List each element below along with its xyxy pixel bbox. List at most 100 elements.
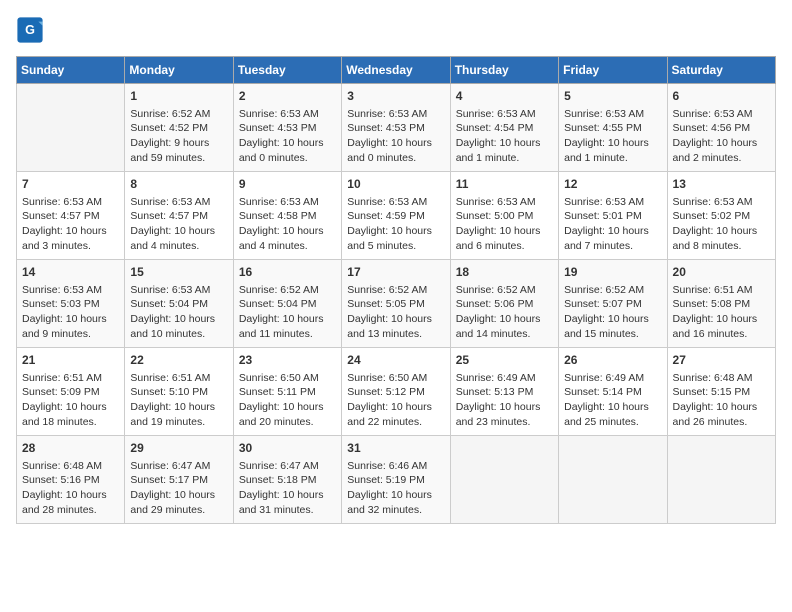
- day-info: Sunrise: 6:53 AM Sunset: 4:58 PM Dayligh…: [239, 195, 336, 254]
- day-info: Sunrise: 6:50 AM Sunset: 5:12 PM Dayligh…: [347, 371, 444, 430]
- logo-icon: G: [16, 16, 44, 44]
- day-number: 19: [564, 264, 661, 281]
- day-number: 2: [239, 88, 336, 105]
- calendar-cell: 23 Sunrise: 6:50 AM Sunset: 5:11 PM Dayli…: [233, 348, 341, 436]
- day-number: 26: [564, 352, 661, 369]
- day-info: Sunrise: 6:53 AM Sunset: 5:02 PM Dayligh…: [673, 195, 770, 254]
- day-number: 22: [130, 352, 227, 369]
- day-number: 4: [456, 88, 553, 105]
- day-number: 13: [673, 176, 770, 193]
- calendar-cell: 22 Sunrise: 6:51 AM Sunset: 5:10 PM Dayli…: [125, 348, 233, 436]
- day-info: Sunrise: 6:52 AM Sunset: 4:52 PM Dayligh…: [130, 107, 227, 166]
- calendar-cell: 19 Sunrise: 6:52 AM Sunset: 5:07 PM Dayli…: [559, 260, 667, 348]
- calendar-cell: 30 Sunrise: 6:47 AM Sunset: 5:18 PM Dayli…: [233, 436, 341, 524]
- page-header: G: [16, 16, 776, 44]
- day-number: 20: [673, 264, 770, 281]
- day-info: Sunrise: 6:47 AM Sunset: 5:18 PM Dayligh…: [239, 459, 336, 518]
- calendar-cell: 17 Sunrise: 6:52 AM Sunset: 5:05 PM Dayli…: [342, 260, 450, 348]
- day-number: 28: [22, 440, 119, 457]
- day-info: Sunrise: 6:53 AM Sunset: 4:55 PM Dayligh…: [564, 107, 661, 166]
- day-number: 23: [239, 352, 336, 369]
- day-number: 15: [130, 264, 227, 281]
- calendar-cell: 27 Sunrise: 6:48 AM Sunset: 5:15 PM Dayli…: [667, 348, 775, 436]
- calendar-cell: 29Sunrise: 6:47 AM Sunset: 5:17 PM Dayli…: [125, 436, 233, 524]
- day-number: 16: [239, 264, 336, 281]
- calendar-cell: 8 Sunrise: 6:53 AM Sunset: 4:57 PM Daylig…: [125, 172, 233, 260]
- day-number: 11: [456, 176, 553, 193]
- day-info: Sunrise: 6:49 AM Sunset: 5:13 PM Dayligh…: [456, 371, 553, 430]
- day-info: Sunrise: 6:53 AM Sunset: 4:53 PM Dayligh…: [239, 107, 336, 166]
- day-number: 8: [130, 176, 227, 193]
- day-info: Sunrise: 6:53 AM Sunset: 5:01 PM Dayligh…: [564, 195, 661, 254]
- day-info: Sunrise: 6:52 AM Sunset: 5:04 PM Dayligh…: [239, 283, 336, 342]
- logo: G: [16, 16, 48, 44]
- day-info: Sunrise: 6:48 AM Sunset: 5:15 PM Dayligh…: [673, 371, 770, 430]
- calendar-cell: 31 Sunrise: 6:46 AM Sunset: 5:19 PM Dayli…: [342, 436, 450, 524]
- day-number: 14: [22, 264, 119, 281]
- calendar-body: 1 Sunrise: 6:52 AM Sunset: 4:52 PM Daylig…: [17, 84, 776, 524]
- day-number: 3: [347, 88, 444, 105]
- calendar-week-2: 7 Sunrise: 6:53 AM Sunset: 4:57 PM Daylig…: [17, 172, 776, 260]
- day-info: Sunrise: 6:53 AM Sunset: 4:57 PM Dayligh…: [130, 195, 227, 254]
- calendar-cell: 21 Sunrise: 6:51 AM Sunset: 5:09 PM Dayli…: [17, 348, 125, 436]
- day-info: Sunrise: 6:53 AM Sunset: 4:56 PM Dayligh…: [673, 107, 770, 166]
- calendar-cell: 24 Sunrise: 6:50 AM Sunset: 5:12 PM Dayli…: [342, 348, 450, 436]
- calendar-header-row: SundayMondayTuesdayWednesdayThursdayFrid…: [17, 57, 776, 84]
- day-number: 12: [564, 176, 661, 193]
- calendar-cell: 9Sunrise: 6:53 AM Sunset: 4:58 PM Daylig…: [233, 172, 341, 260]
- day-number: 17: [347, 264, 444, 281]
- svg-text:G: G: [25, 23, 35, 37]
- day-info: Sunrise: 6:52 AM Sunset: 5:05 PM Dayligh…: [347, 283, 444, 342]
- day-info: Sunrise: 6:53 AM Sunset: 4:59 PM Dayligh…: [347, 195, 444, 254]
- calendar-cell: [17, 84, 125, 172]
- calendar-cell: 18Sunrise: 6:52 AM Sunset: 5:06 PM Dayli…: [450, 260, 558, 348]
- day-info: Sunrise: 6:52 AM Sunset: 5:07 PM Dayligh…: [564, 283, 661, 342]
- day-info: Sunrise: 6:49 AM Sunset: 5:14 PM Dayligh…: [564, 371, 661, 430]
- day-number: 18: [456, 264, 553, 281]
- day-info: Sunrise: 6:51 AM Sunset: 5:10 PM Dayligh…: [130, 371, 227, 430]
- day-info: Sunrise: 6:53 AM Sunset: 5:00 PM Dayligh…: [456, 195, 553, 254]
- day-info: Sunrise: 6:53 AM Sunset: 4:57 PM Dayligh…: [22, 195, 119, 254]
- day-info: Sunrise: 6:53 AM Sunset: 4:54 PM Dayligh…: [456, 107, 553, 166]
- day-number: 27: [673, 352, 770, 369]
- day-info: Sunrise: 6:50 AM Sunset: 5:11 PM Dayligh…: [239, 371, 336, 430]
- calendar-cell: 25Sunrise: 6:49 AM Sunset: 5:13 PM Dayli…: [450, 348, 558, 436]
- calendar-header-friday: Friday: [559, 57, 667, 84]
- calendar-cell: 16 Sunrise: 6:52 AM Sunset: 5:04 PM Dayli…: [233, 260, 341, 348]
- calendar-header-monday: Monday: [125, 57, 233, 84]
- calendar-cell: 14 Sunrise: 6:53 AM Sunset: 5:03 PM Dayli…: [17, 260, 125, 348]
- day-number: 6: [673, 88, 770, 105]
- calendar-cell: 15Sunrise: 6:53 AM Sunset: 5:04 PM Dayli…: [125, 260, 233, 348]
- calendar-cell: [559, 436, 667, 524]
- calendar-header-sunday: Sunday: [17, 57, 125, 84]
- day-number: 5: [564, 88, 661, 105]
- calendar-header-saturday: Saturday: [667, 57, 775, 84]
- day-info: Sunrise: 6:46 AM Sunset: 5:19 PM Dayligh…: [347, 459, 444, 518]
- day-info: Sunrise: 6:53 AM Sunset: 5:03 PM Dayligh…: [22, 283, 119, 342]
- day-number: 21: [22, 352, 119, 369]
- day-info: Sunrise: 6:51 AM Sunset: 5:08 PM Dayligh…: [673, 283, 770, 342]
- day-info: Sunrise: 6:51 AM Sunset: 5:09 PM Dayligh…: [22, 371, 119, 430]
- day-number: 31: [347, 440, 444, 457]
- calendar-cell: 11 Sunrise: 6:53 AM Sunset: 5:00 PM Dayli…: [450, 172, 558, 260]
- calendar-cell: 7 Sunrise: 6:53 AM Sunset: 4:57 PM Daylig…: [17, 172, 125, 260]
- calendar-cell: 3 Sunrise: 6:53 AM Sunset: 4:53 PM Daylig…: [342, 84, 450, 172]
- calendar-header-wednesday: Wednesday: [342, 57, 450, 84]
- calendar-cell: 5 Sunrise: 6:53 AM Sunset: 4:55 PM Daylig…: [559, 84, 667, 172]
- calendar-header-tuesday: Tuesday: [233, 57, 341, 84]
- day-info: Sunrise: 6:48 AM Sunset: 5:16 PM Dayligh…: [22, 459, 119, 518]
- day-number: 30: [239, 440, 336, 457]
- calendar-table: SundayMondayTuesdayWednesdayThursdayFrid…: [16, 56, 776, 524]
- calendar-week-1: 1 Sunrise: 6:52 AM Sunset: 4:52 PM Daylig…: [17, 84, 776, 172]
- day-number: 29: [130, 440, 227, 457]
- day-number: 1: [130, 88, 227, 105]
- day-number: 10: [347, 176, 444, 193]
- calendar-header-thursday: Thursday: [450, 57, 558, 84]
- day-number: 24: [347, 352, 444, 369]
- calendar-cell: [667, 436, 775, 524]
- calendar-cell: 20 Sunrise: 6:51 AM Sunset: 5:08 PM Dayli…: [667, 260, 775, 348]
- day-info: Sunrise: 6:53 AM Sunset: 4:53 PM Dayligh…: [347, 107, 444, 166]
- calendar-cell: 26 Sunrise: 6:49 AM Sunset: 5:14 PM Dayli…: [559, 348, 667, 436]
- day-number: 7: [22, 176, 119, 193]
- calendar-week-5: 28 Sunrise: 6:48 AM Sunset: 5:16 PM Dayli…: [17, 436, 776, 524]
